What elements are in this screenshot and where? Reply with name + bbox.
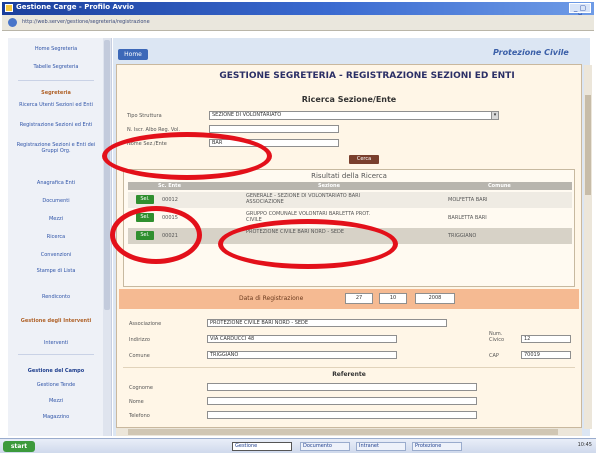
tipo-struttura-label: Tipo Struttura [127, 113, 162, 119]
content-scrollbar[interactable] [584, 65, 592, 429]
start-button[interactable]: start [3, 441, 35, 452]
cognome-field[interactable] [207, 383, 477, 391]
tipo-struttura-value: SEZIONE DI VOLONTARIATO [212, 112, 282, 118]
horizontal-scroll-thumb[interactable] [128, 429, 558, 435]
taskbar-item[interactable]: Protezione [412, 442, 462, 451]
taskbar-clock: 10:45 [577, 442, 592, 448]
sidebar: Home Segreteria Tabelle Segreteria Segre… [8, 38, 112, 436]
annotation-oval [218, 219, 398, 269]
cognome-label: Cognome [129, 385, 153, 391]
results-header: Sc. Ente Sezione Comune [128, 182, 572, 190]
annotation-oval [110, 206, 202, 264]
taskbar: start Gestione Documento Intranet Protez… [0, 438, 596, 453]
annotation-oval [102, 132, 272, 180]
content-scroll-thumb[interactable] [585, 95, 591, 195]
sidebar-item-stampe-lista[interactable]: Stampe di Lista [12, 268, 100, 274]
col-header-comune: Comune [488, 183, 511, 189]
albo-input[interactable] [209, 125, 339, 133]
nome-field[interactable] [207, 397, 477, 405]
address-url[interactable]: http://web.server/gestione/segreteria/re… [22, 19, 322, 27]
sidebar-item-magazzino[interactable]: Magazzino [12, 414, 100, 420]
page-title: GESTIONE SEGRETERIA - REGISTRAZIONE SEZI… [219, 71, 515, 81]
brand-logo: Protezione Civile [493, 48, 569, 57]
table-row[interactable]: Sel. 00012 GENERALE - SEZIONE DI VOLONTA… [128, 192, 572, 208]
associazione-label: Associazione [129, 321, 162, 327]
date-year-input[interactable]: 2008 [415, 293, 455, 304]
select-row-button[interactable]: Sel. [136, 195, 154, 204]
comune-label: Comune [129, 353, 150, 359]
row-city: TRIGGIANO [448, 233, 477, 239]
registration-date-label: Data di Registrazione [239, 295, 304, 302]
sidebar-item-mezzi[interactable]: Mezzi [12, 216, 100, 222]
sidebar-item-gestione-tende[interactable]: Gestione Tende [12, 382, 100, 388]
chevron-down-icon[interactable]: ▾ [491, 112, 498, 119]
referente-title: Referente [332, 371, 366, 378]
date-day-input[interactable]: 27 [345, 293, 373, 304]
sidebar-item-ricerca-utenti[interactable]: Ricerca Utenti Sezioni ed Enti [12, 102, 100, 108]
search-button[interactable]: Cerca [349, 155, 379, 164]
cap-field[interactable]: 70019 [521, 351, 571, 359]
telefono-field[interactable] [207, 411, 477, 419]
sidebar-item-rendiconto[interactable]: Rendiconto [12, 294, 100, 300]
sidebar-item-registrazione-sezioni[interactable]: Registrazione Sezioni ed Enti [12, 122, 100, 128]
window-title: Gestione Carge - Profilo Avvio [16, 3, 134, 11]
row-city: BARLETTA BARI [448, 215, 487, 221]
taskbar-item[interactable]: Intranet [356, 442, 406, 451]
civico-label: Num. Civico [489, 331, 505, 343]
indirizzo-field[interactable]: VIA CARDUCCI 48 [207, 335, 397, 343]
address-bar: http://web.server/gestione/segreteria/re… [2, 15, 594, 31]
sidebar-header-campo: Gestione del Campo [27, 368, 85, 374]
app-icon [5, 4, 13, 12]
sidebar-item-home-segreteria[interactable]: Home Segreteria [12, 46, 100, 52]
sidebar-item-campo-mezzi[interactable]: Mezzi [12, 398, 100, 404]
civico-field[interactable]: 12 [521, 335, 571, 343]
sidebar-item-convenzioni[interactable]: Convenzioni [12, 252, 100, 258]
search-section-title: Ricerca Sezione/Ente [301, 95, 397, 104]
sidebar-item-ricerca[interactable]: Ricerca [12, 234, 100, 240]
sidebar-item-interventi[interactable]: Interventi [12, 340, 100, 346]
sidebar-item-registrazione-gruppi[interactable]: Registrazione Sezioni e Enti dei Gruppi … [12, 142, 100, 154]
window-titlebar: Gestione Carge - Profilo Avvio _ ▢ ✕ [2, 2, 594, 20]
row-code: 00012 [162, 197, 178, 203]
comune-field[interactable]: TRIGGIANO [207, 351, 397, 359]
home-button[interactable]: Home [118, 49, 148, 60]
tipo-struttura-select[interactable]: SEZIONE DI VOLONTARIATO ▾ [209, 111, 499, 120]
sidebar-scroll-thumb[interactable] [104, 40, 110, 310]
window-controls[interactable]: _ ▢ ✕ [569, 3, 591, 20]
cap-label: CAP [489, 353, 499, 359]
sidebar-divider [18, 354, 94, 355]
sidebar-header-interventi: Gestione degli Interventi [20, 318, 92, 324]
col-header-ente: Sc. Ente [158, 183, 181, 189]
row-name: GENERALE - SEZIONE DI VOLONTARIATO BARI … [246, 193, 361, 205]
col-header-sezione: Sezione [318, 183, 341, 189]
browser-icon [8, 18, 17, 27]
taskbar-item[interactable]: Documento [300, 442, 350, 451]
date-month-input[interactable]: 10 [379, 293, 407, 304]
sidebar-divider [18, 80, 94, 81]
sidebar-item-tabelle-segreteria[interactable]: Tabelle Segreteria [12, 64, 100, 70]
nome-label: Nome [129, 399, 144, 405]
taskbar-item[interactable]: Gestione [232, 442, 292, 451]
telefono-label: Telefono [129, 413, 150, 419]
screenshot-stage: Gestione Carge - Profilo Avvio _ ▢ ✕ htt… [0, 0, 596, 453]
section-divider [123, 367, 575, 368]
sidebar-item-anagrafica-enti[interactable]: Anagrafica Enti [12, 180, 100, 186]
registration-date-bar: Data di Registrazione 27 10 2008 [119, 289, 579, 309]
associazione-field[interactable]: PROTEZIONE CIVILE BARI NORD - SEDE [207, 319, 447, 327]
row-city: MOLFETTA BARI [448, 197, 488, 203]
sidebar-header-segreteria: Segreteria [41, 90, 71, 96]
sidebar-item-documenti[interactable]: Documenti [12, 198, 100, 204]
indirizzo-label: Indirizzo [129, 337, 150, 343]
horizontal-scrollbar[interactable] [116, 428, 582, 436]
